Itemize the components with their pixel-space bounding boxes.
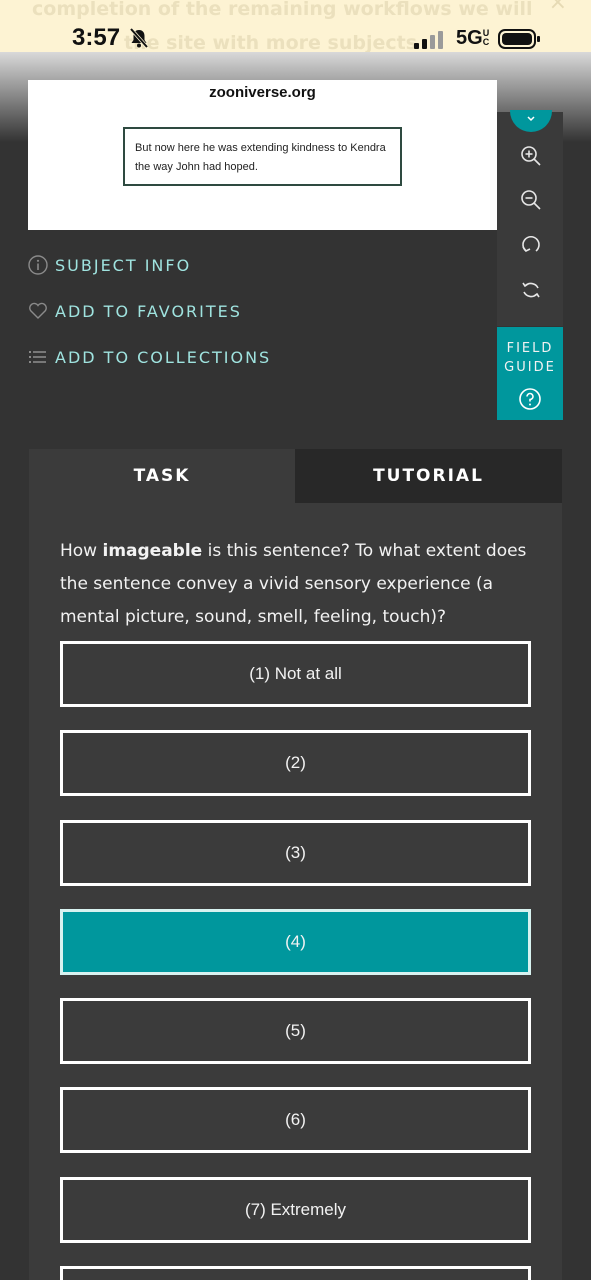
add-to-collections-label: ADD TO COLLECTIONS: [55, 347, 272, 367]
network-suffix: UC: [482, 28, 490, 47]
answer-option-7[interactable]: (7) Extremely: [60, 1177, 531, 1243]
field-guide-label: FIELD GUIDE: [497, 339, 563, 377]
answer-option-3[interactable]: (3): [60, 820, 531, 886]
answer-option-6[interactable]: (6): [60, 1087, 531, 1153]
zoom-in-icon[interactable]: [519, 144, 543, 168]
question-prefix: How: [60, 541, 103, 561]
answer-option-2[interactable]: (2): [60, 730, 531, 796]
help-icon: [519, 388, 541, 410]
reset-icon[interactable]: [519, 278, 543, 302]
field-guide-line-2: GUIDE: [504, 360, 556, 375]
zoom-out-icon[interactable]: [519, 188, 543, 212]
task-question: How imageable is this sentence? To what …: [60, 535, 550, 634]
sentence-line-1: But now here he was extending kindness t…: [135, 142, 386, 154]
sentence-line-2: the way John had hoped.: [135, 161, 258, 173]
banner-close-button[interactable]: ×: [549, 0, 567, 15]
list-icon: [29, 351, 46, 363]
answer-option-1[interactable]: (1) Not at all: [60, 641, 531, 707]
network-label: 5GUC: [456, 27, 493, 50]
answer-option-5[interactable]: (5): [60, 998, 531, 1064]
rotate-icon[interactable]: [519, 232, 543, 256]
info-icon: [28, 255, 48, 275]
answer-option-4[interactable]: (4): [60, 909, 531, 975]
bell-slash-icon: [129, 27, 149, 49]
subject-info-label: SUBJECT INFO: [55, 255, 192, 275]
banner-line-1: completion of the remaining workflows we…: [32, 0, 533, 20]
add-to-collections-link[interactable]: ADD TO COLLECTIONS: [27, 344, 271, 370]
status-time: 3:57: [72, 24, 121, 51]
question-emphasis: imageable: [102, 541, 203, 561]
sentence-box: But now here he was extending kindness t…: [123, 127, 402, 186]
battery-icon: [498, 29, 540, 49]
heart-icon: [29, 302, 47, 319]
network-type: 5G: [456, 27, 483, 49]
site-label: zooniverse.org: [209, 84, 316, 101]
signal-icon: [414, 31, 443, 49]
subject-info-link[interactable]: SUBJECT INFO: [27, 252, 191, 278]
tab-task[interactable]: TASK: [29, 449, 295, 503]
chevron-down-icon: [527, 116, 535, 122]
field-guide-line-1: FIELD: [506, 341, 554, 356]
add-to-favorites-label: ADD TO FAVORITES: [55, 301, 242, 321]
tab-tutorial[interactable]: TUTORIAL: [295, 449, 562, 503]
subject-image[interactable]: zooniverse.org But now here he was exten…: [28, 80, 497, 230]
add-to-favorites-link[interactable]: ADD TO FAVORITES: [27, 298, 242, 324]
answer-option-next[interactable]: [60, 1266, 531, 1280]
field-guide-button[interactable]: FIELD GUIDE: [497, 327, 563, 420]
